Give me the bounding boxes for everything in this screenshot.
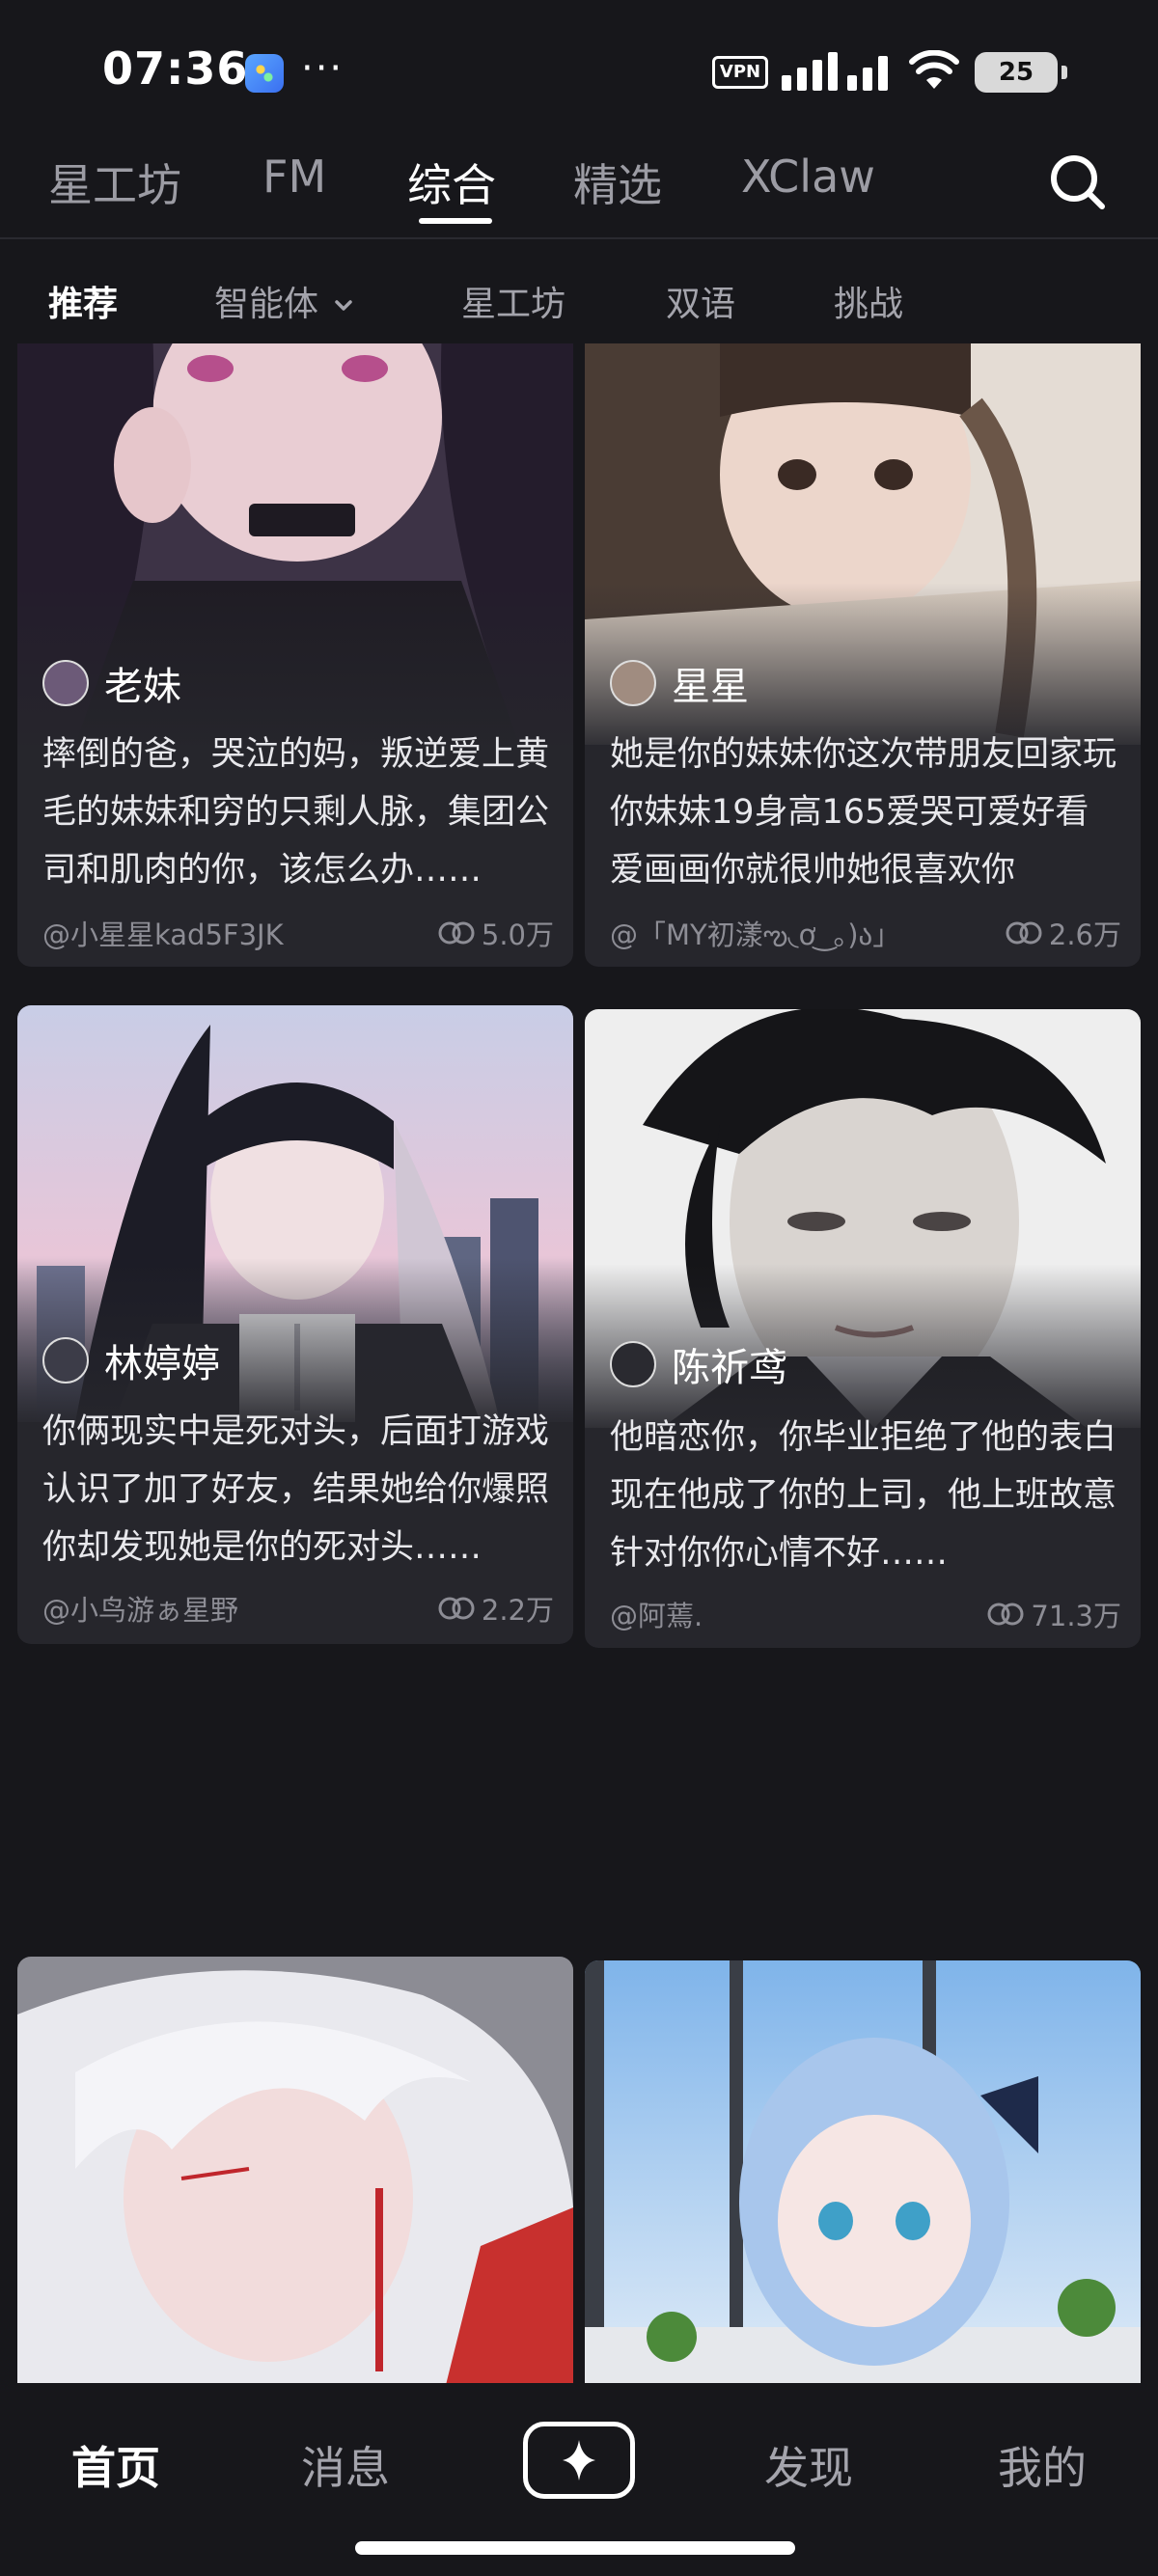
creator-name[interactable]: @小鸟游ぁ星野 (42, 1588, 238, 1629)
card-footer: @阿蔫. 71.3万 (610, 1594, 1121, 1636)
tab-zonghe[interactable]: 综合 (407, 151, 496, 214)
character-portrait (585, 1960, 1141, 2383)
character-name: 老妹 (104, 665, 181, 709)
sub-tab-bar: 推荐 智能体 星工坊 双语 挑战 (0, 241, 1158, 343)
character-name: 林婷婷 (104, 1342, 220, 1386)
subtab-recommend[interactable]: 推荐 (48, 276, 118, 326)
status-time: 07:36 (102, 42, 249, 95)
character-description: 他暗恋你，你毕业拒绝了他的表白现在他成了你的上司，他上班故意针对你你心情不好…… (610, 1418, 1117, 1573)
views-icon (987, 1603, 1024, 1626)
active-tab-indicator (419, 218, 492, 224)
character-card[interactable] (585, 1960, 1141, 2383)
avatar (610, 1341, 656, 1387)
card-name-row: 星星 (610, 656, 749, 710)
views-icon (1006, 921, 1042, 945)
nav-profile[interactable]: 我的 (998, 2433, 1087, 2497)
subtab-bilingual[interactable]: 双语 (666, 276, 735, 326)
tab-fm[interactable]: FM (262, 151, 326, 203)
view-count: 2.2万 (437, 1588, 554, 1629)
card-name-row: 老妹 (42, 656, 181, 710)
home-indicator (355, 2541, 795, 2555)
character-card[interactable] (17, 1957, 573, 2383)
app-notification-icon (245, 54, 284, 93)
character-card[interactable]: 老妹 摔倒的爸，哭泣的妈，叛逆爱上黄毛的妹妹和穷的只剩人脉，集团公司和肌肉的你，… (17, 343, 573, 967)
avatar (42, 1337, 89, 1384)
creator-name[interactable]: @阿蔫. (610, 1594, 703, 1634)
tab-xinggongfang[interactable]: 星工坊 (48, 151, 181, 214)
character-name: 陈祈鸢 (672, 1346, 787, 1390)
sparkle-plus-icon (563, 2440, 595, 2480)
view-count: 5.0万 (437, 913, 554, 953)
avatar (42, 660, 89, 706)
character-feed: 老妹 摔倒的爸，哭泣的妈，叛逆爱上黄毛的妹妹和穷的只剩人脉，集团公司和肌肉的你，… (0, 343, 1158, 2383)
chevron-down-icon (335, 300, 353, 311)
character-description: 你俩现实中是死对头，后面打游戏认识了加了好友，结果她给你爆照你却发现她是你的死对… (42, 1412, 550, 1567)
view-count-value: 2.6万 (1048, 918, 1121, 951)
battery-icon: 25 (975, 52, 1067, 93)
character-card[interactable]: 陈祈鸢 他暗恋你，你毕业拒绝了他的表白现在他成了你的上司，他上班故意针对你你心情… (585, 1009, 1141, 1648)
character-name: 星星 (672, 665, 749, 709)
card-footer: @小鸟游ぁ星野 2.2万 (42, 1588, 554, 1631)
more-notifications-icon: ··· (301, 46, 345, 91)
subtab-agent-label: 智能体 (214, 285, 319, 324)
avatar (610, 660, 656, 706)
card-footer: @「MY初漾ఌ◟ơ ͜ ｡)ა」 2.6万 (610, 913, 1121, 955)
subtab-xinggongfang[interactable]: 星工坊 (461, 276, 565, 326)
top-tab-bar: 星工坊 FM 综合 精选 XClaw (0, 135, 1158, 239)
subtab-challenge[interactable]: 挑战 (834, 276, 903, 326)
create-button[interactable] (523, 2422, 635, 2499)
status-bar: 07:36 ··· VPN 25 (0, 0, 1158, 135)
nav-discover[interactable]: 发现 (764, 2433, 853, 2497)
tab-xclaw[interactable]: XClaw (741, 151, 875, 203)
character-card[interactable]: 星星 她是你的妹妹你这次带朋友回家玩你妹妹19身高165爱哭可爱好看爱画画你就很… (585, 343, 1141, 967)
creator-name[interactable]: @「MY初漾ఌ◟ơ ͜ ｡)ა」 (610, 913, 900, 959)
battery-level: 25 (998, 58, 1034, 87)
views-icon (438, 921, 475, 945)
creator-name[interactable]: @小星星kad5F3JK (42, 913, 284, 953)
character-portrait (17, 1957, 573, 2383)
tab-jingxuan[interactable]: 精选 (573, 151, 662, 214)
signal-icon (782, 52, 888, 91)
nav-home[interactable]: 首页 (71, 2433, 160, 2497)
vpn-icon: VPN (712, 56, 768, 89)
subtab-agent[interactable]: 智能体 (214, 276, 358, 326)
view-count: 2.6万 (1005, 913, 1121, 953)
card-name-row: 林婷婷 (42, 1333, 220, 1387)
view-count-value: 71.3万 (1031, 1600, 1121, 1632)
view-count: 71.3万 (986, 1594, 1121, 1634)
view-count-value: 5.0万 (481, 918, 554, 951)
nav-messages[interactable]: 消息 (301, 2433, 390, 2497)
character-card[interactable]: 林婷婷 你俩现实中是死对头，后面打游戏认识了加了好友，结果她给你爆照你却发现她是… (17, 1005, 573, 1644)
bottom-navigation: 首页 消息 发现 我的 (0, 2383, 1158, 2576)
wifi-icon (909, 50, 959, 89)
search-icon[interactable] (1044, 149, 1112, 216)
card-footer: @小星星kad5F3JK 5.0万 (42, 913, 554, 955)
character-description: 摔倒的爸，哭泣的妈，叛逆爱上黄毛的妹妹和穷的只剩人脉，集团公司和肌肉的你，该怎么… (42, 735, 550, 890)
character-description: 她是你的妹妹你这次带朋友回家玩你妹妹19身高165爱哭可爱好看爱画画你就很帅她很… (610, 735, 1117, 890)
card-name-row: 陈祈鸢 (610, 1337, 787, 1391)
views-icon (438, 1597, 475, 1620)
view-count-value: 2.2万 (481, 1594, 554, 1627)
